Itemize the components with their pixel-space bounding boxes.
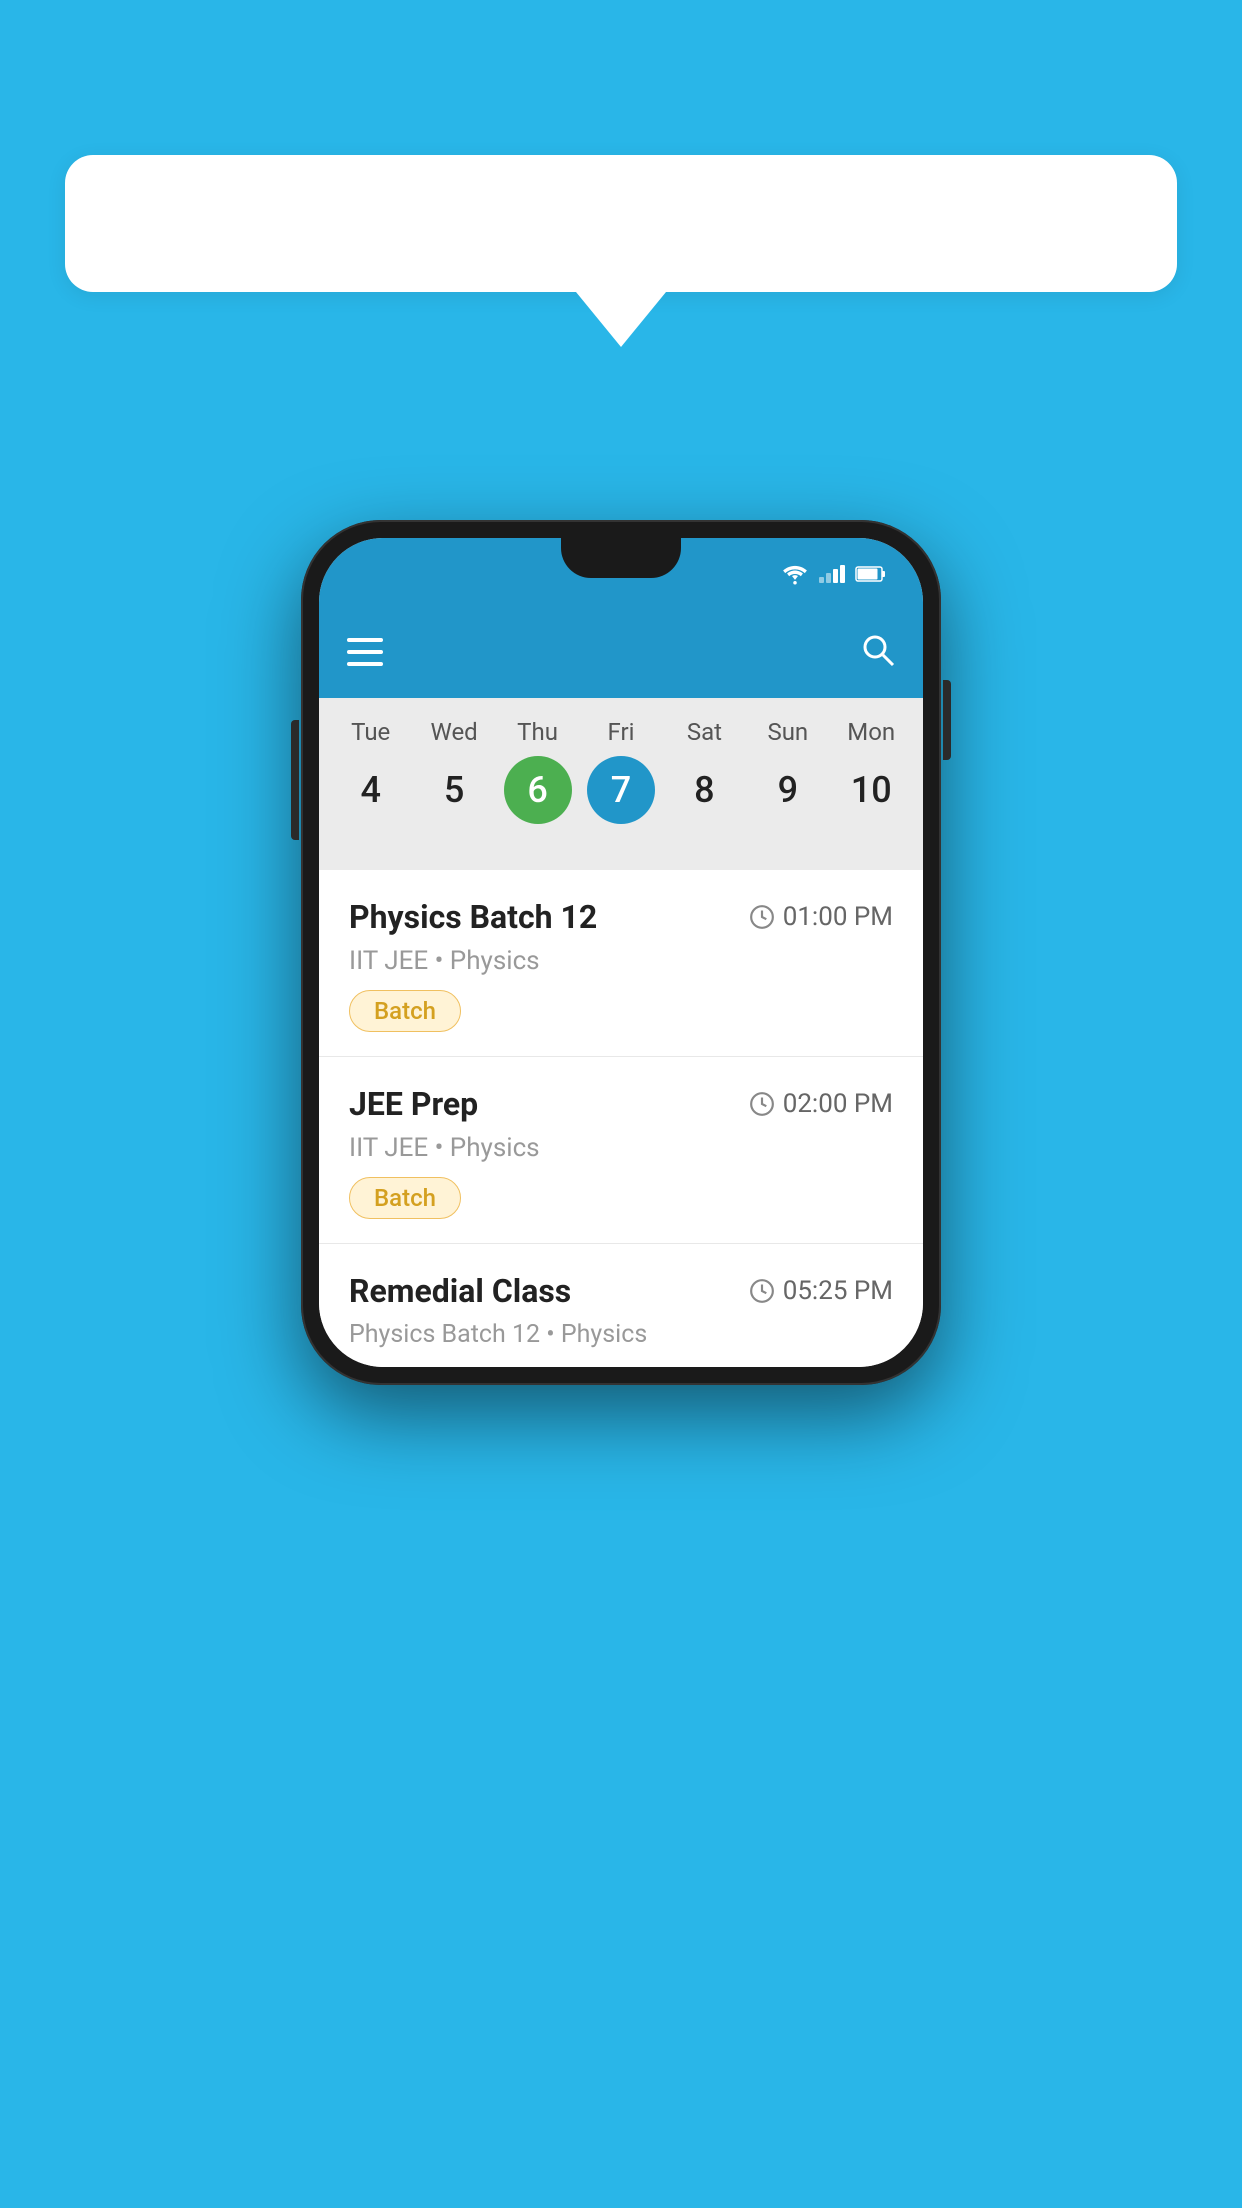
calendar-day[interactable]: Sun 9 — [749, 718, 827, 824]
day-name: Sat — [687, 718, 722, 746]
day-number[interactable]: 6 — [504, 756, 572, 824]
calendar-day[interactable]: Mon 10 — [832, 718, 910, 824]
schedule-item[interactable]: JEE Prep 02:00 PM IIT JEE • Physics Batc… — [319, 1057, 923, 1244]
schedule-item-subtitle: IIT JEE • Physics — [349, 1133, 893, 1163]
clock-icon — [749, 1278, 775, 1304]
speech-bubble-card — [65, 155, 1177, 292]
schedule-item-header: Remedial Class 05:25 PM — [349, 1272, 893, 1310]
calendar-strip: Tue 4 Wed 5 Thu 6 Fri 7 Sat 8 Sun 9 Mon 10 — [319, 698, 923, 870]
day-number[interactable]: 10 — [837, 756, 905, 824]
schedule-item[interactable]: Physics Batch 12 01:00 PM IIT JEE • Phys… — [319, 870, 923, 1057]
day-name: Tue — [351, 718, 390, 746]
phone-mockup: Tue 4 Wed 5 Thu 6 Fri 7 Sat 8 Sun 9 Mon 10 Physics Ba… — [301, 520, 941, 1385]
batch-badge: Batch — [349, 990, 461, 1032]
day-name: Fri — [608, 718, 635, 746]
battery-icon — [855, 565, 887, 583]
day-number[interactable]: 8 — [670, 756, 738, 824]
schedule-item-title: Physics Batch 12 — [349, 898, 597, 936]
day-name: Sun — [767, 718, 808, 746]
app-header — [319, 610, 923, 698]
schedule-item-header: Physics Batch 12 01:00 PM — [349, 898, 893, 936]
phone-screen: Tue 4 Wed 5 Thu 6 Fri 7 Sat 8 Sun 9 Mon 10 Physics Ba… — [319, 538, 923, 1367]
schedule-item-title: Remedial Class — [349, 1272, 571, 1310]
search-button[interactable] — [861, 633, 895, 675]
day-number[interactable]: 7 — [587, 756, 655, 824]
day-name: Mon — [847, 718, 895, 746]
phone-outer-shell: Tue 4 Wed 5 Thu 6 Fri 7 Sat 8 Sun 9 Mon 10 Physics Ba… — [301, 520, 941, 1385]
schedule-item[interactable]: Remedial Class 05:25 PM Physics Batch 12… — [319, 1244, 923, 1367]
calendar-day[interactable]: Sat 8 — [665, 718, 743, 824]
calendar-day[interactable]: Tue 4 — [332, 718, 410, 824]
schedule-item-time: 01:00 PM — [749, 902, 893, 932]
day-number[interactable]: 5 — [420, 756, 488, 824]
clock-icon — [749, 904, 775, 930]
schedule-item-title: JEE Prep — [349, 1085, 478, 1123]
signal-icon — [819, 565, 845, 583]
clock-icon — [749, 1091, 775, 1117]
schedule-item-time: 05:25 PM — [749, 1276, 893, 1306]
schedule-item-subtitle: Physics Batch 12 • Physics — [349, 1320, 893, 1349]
selected-date-label — [319, 836, 923, 870]
day-number[interactable]: 4 — [337, 756, 405, 824]
days-row: Tue 4 Wed 5 Thu 6 Fri 7 Sat 8 Sun 9 Mon 10 — [319, 718, 923, 824]
schedule-item-time: 02:00 PM — [749, 1089, 893, 1119]
speech-bubble-section — [65, 155, 1177, 347]
schedule-item-header: JEE Prep 02:00 PM — [349, 1085, 893, 1123]
wifi-icon — [781, 563, 809, 585]
day-number[interactable]: 9 — [754, 756, 822, 824]
calendar-day[interactable]: Fri 7 — [582, 718, 660, 824]
day-name: Thu — [517, 718, 558, 746]
schedule-list: Physics Batch 12 01:00 PM IIT JEE • Phys… — [319, 870, 923, 1367]
schedule-item-subtitle: IIT JEE • Physics — [349, 946, 893, 976]
status-bar — [319, 538, 923, 610]
bubble-arrow — [576, 292, 666, 347]
status-icons — [781, 563, 887, 585]
calendar-day[interactable]: Wed 5 — [415, 718, 493, 824]
hamburger-menu-button[interactable] — [347, 638, 383, 671]
day-name: Wed — [431, 718, 478, 746]
calendar-day[interactable]: Thu 6 — [499, 718, 577, 824]
batch-badge: Batch — [349, 1177, 461, 1219]
